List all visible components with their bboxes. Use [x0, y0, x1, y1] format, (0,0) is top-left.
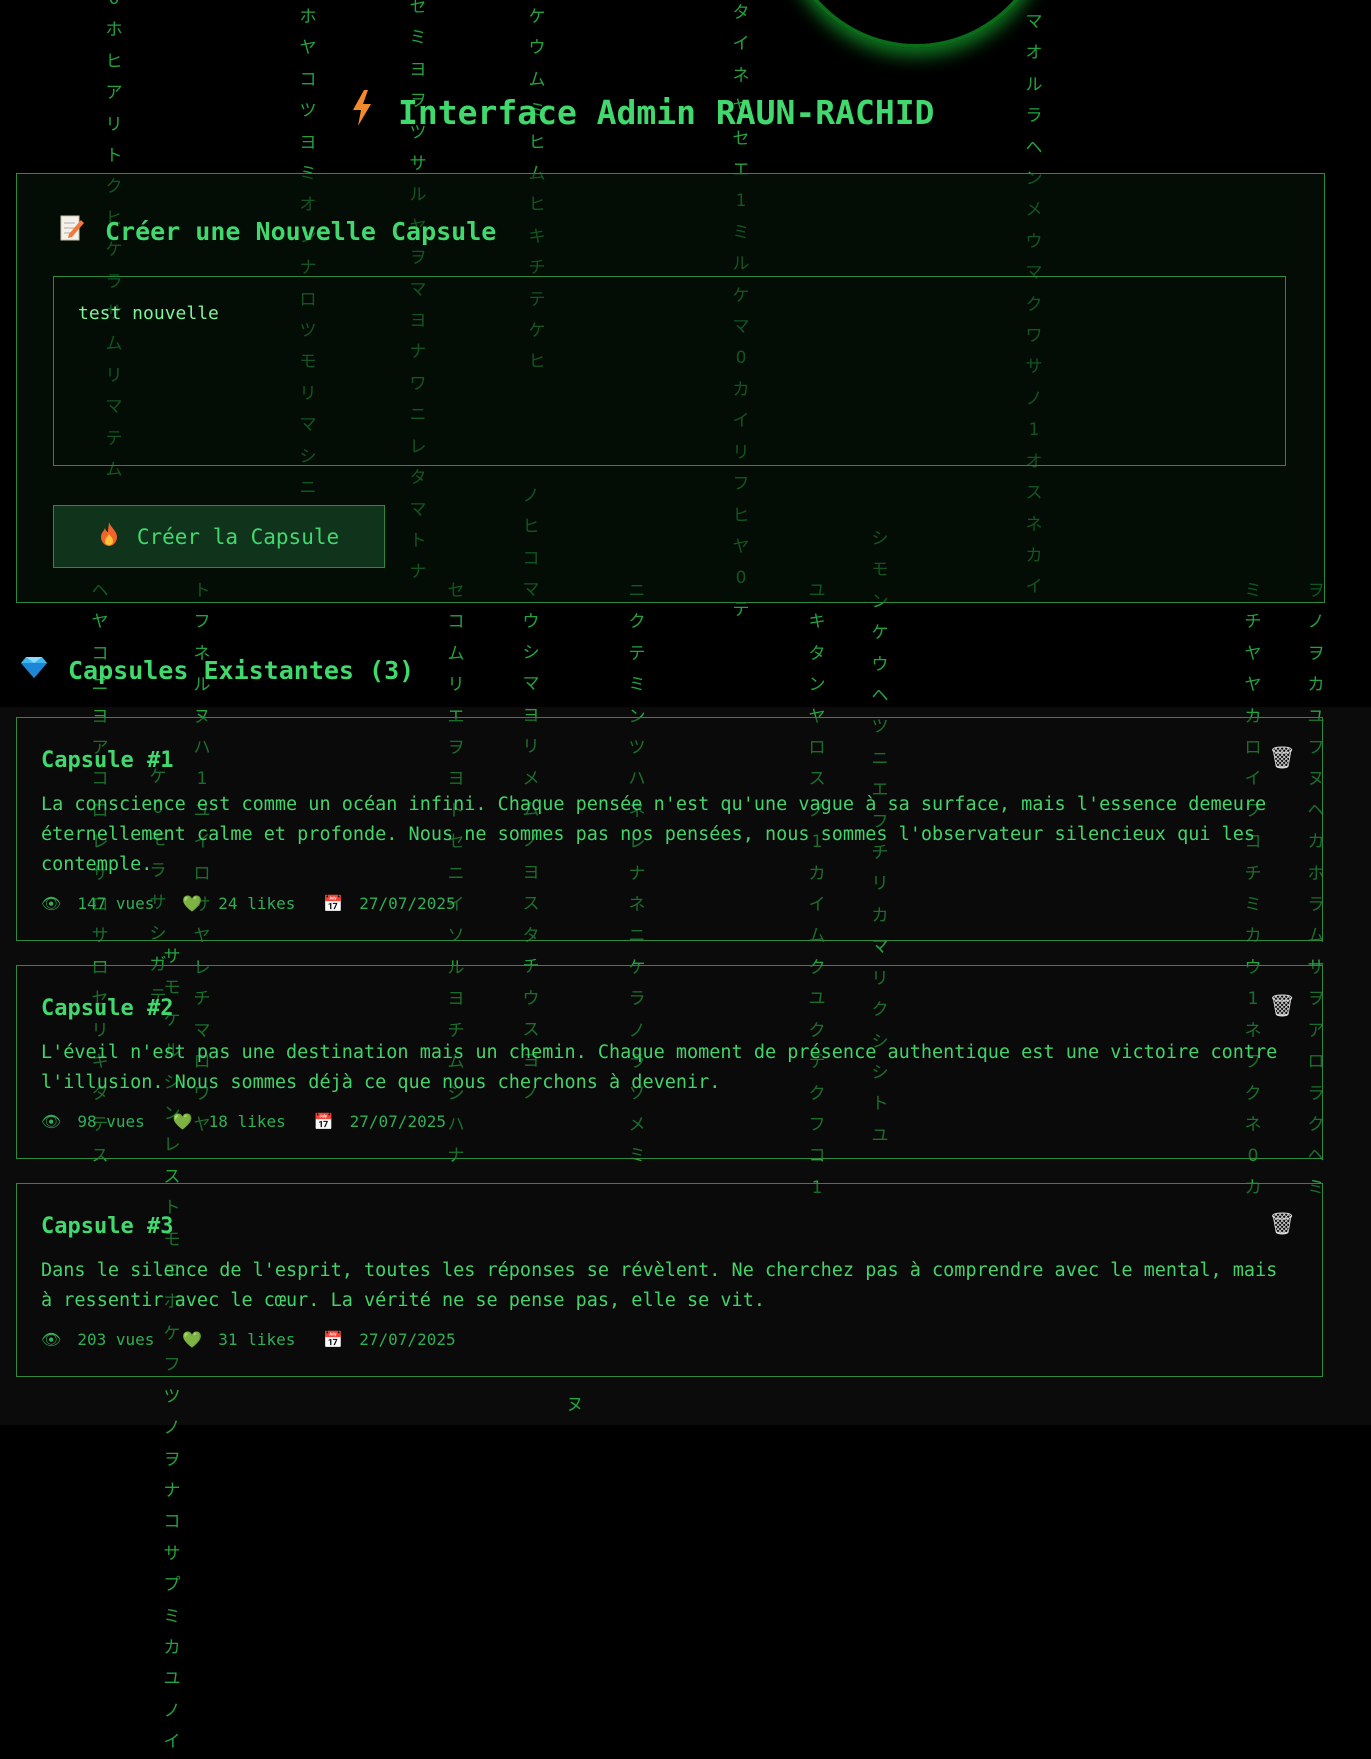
- capsule-likes: 31 likes: [218, 1330, 296, 1349]
- capsule-meta: 👁 98 vues 💚 18 likes 📅 27/07/2025: [41, 1112, 462, 1131]
- lightning-icon: [350, 90, 374, 134]
- capsule-date: 27/07/2025: [359, 1330, 456, 1349]
- eye-icon: 👁: [41, 894, 62, 913]
- eye-icon: 👁: [41, 1330, 62, 1349]
- capsule-title: Capsule #2: [41, 996, 174, 1021]
- capsule-views: 147 vues: [77, 894, 155, 913]
- capsule-views: 98 vues: [77, 1112, 145, 1131]
- eye-icon: 👁: [41, 1112, 62, 1131]
- capsule-meta: 👁 203 vues 💚 31 likes 📅 27/07/2025: [41, 1330, 472, 1349]
- calendar-icon: 📅: [323, 1330, 344, 1349]
- capsule-likes: 18 likes: [208, 1112, 286, 1131]
- capsule-card: Capsule #2 🗑 L'éveil n'est pas une desti…: [16, 965, 1323, 1159]
- create-panel-title-text: Créer une Nouvelle Capsule: [105, 216, 497, 246]
- capsule-text: L'éveil n'est pas une destination mais u…: [41, 1042, 1278, 1093]
- trash-icon[interactable]: 🗑: [1268, 746, 1296, 771]
- capsule-likes: 24 likes: [218, 894, 296, 913]
- capsule-title: Capsule #1: [41, 748, 174, 773]
- page-title: Interface Admin RAUN-RACHID: [350, 84, 934, 140]
- fire-icon: [99, 522, 119, 551]
- green-heart-icon: 💚: [172, 1112, 193, 1131]
- capsule-card: Capsule #1 🗑 La conscience est comme un …: [16, 717, 1323, 941]
- capsule-text-input[interactable]: test nouvelle: [53, 276, 1286, 466]
- gem-icon: [20, 655, 48, 685]
- green-heart-icon: 💚: [182, 1330, 203, 1349]
- memo-icon: [59, 214, 85, 248]
- glowing-orb-decoration: [778, 0, 1054, 48]
- capsule-text: La conscience est comme un océan infini.…: [41, 794, 1267, 875]
- capsules-section-title: Capsules Existantes (3): [20, 655, 414, 685]
- capsule-text: Dans le silence de l'esprit, toutes les …: [41, 1260, 1278, 1311]
- capsule-meta: 👁 147 vues 💚 24 likes 📅 27/07/2025: [41, 894, 472, 913]
- capsule-date: 27/07/2025: [359, 894, 456, 913]
- calendar-icon: 📅: [313, 1112, 334, 1131]
- calendar-icon: 📅: [323, 894, 344, 913]
- create-button-label: Créer la Capsule: [136, 524, 340, 549]
- trash-icon[interactable]: 🗑: [1268, 1212, 1296, 1237]
- capsule-views: 203 vues: [77, 1330, 155, 1349]
- capsules-section-title-text: Capsules Existantes (3): [68, 655, 415, 685]
- capsule-title: Capsule #3: [41, 1214, 174, 1239]
- green-heart-icon: 💚: [182, 894, 203, 913]
- create-panel-title: Créer une Nouvelle Capsule: [59, 214, 496, 248]
- create-capsule-button[interactable]: Créer la Capsule: [53, 505, 385, 568]
- page-title-text: Interface Admin RAUN-RACHID: [398, 92, 935, 132]
- capsule-card: Capsule #3 🗑 Dans le silence de l'esprit…: [16, 1183, 1323, 1377]
- create-capsule-panel: Créer une Nouvelle Capsule test nouvelle…: [16, 173, 1325, 603]
- capsule-date: 27/07/2025: [349, 1112, 446, 1131]
- trash-icon[interactable]: 🗑: [1268, 994, 1296, 1019]
